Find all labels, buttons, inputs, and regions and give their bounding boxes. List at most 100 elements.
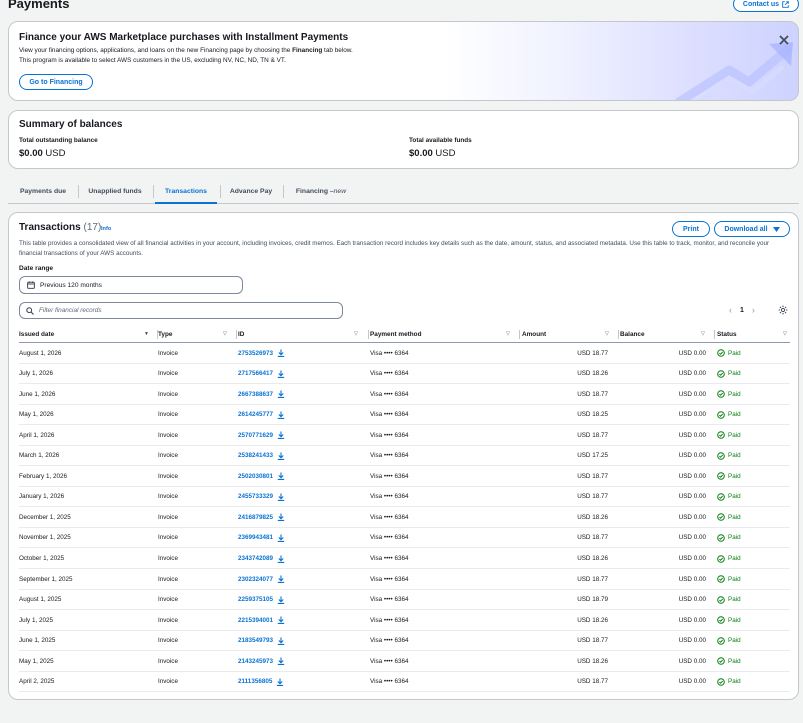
cell-id: 2570771629	[238, 425, 285, 445]
download-icon[interactable]	[277, 349, 285, 357]
next-page-icon[interactable]: ›	[752, 305, 755, 315]
download-icon[interactable]	[277, 513, 285, 522]
summary-of-balances: Summary of balances Total outstanding ba…	[8, 110, 799, 169]
go-to-financing-button[interactable]: Go to Financing	[19, 74, 93, 90]
download-icon[interactable]	[276, 678, 284, 686]
invoice-id-link[interactable]: 2143245973	[238, 658, 273, 665]
info-link[interactable]: Info	[101, 226, 111, 232]
column-issued-date[interactable]: Issued date	[19, 327, 54, 342]
cell-payment-method: Visa •••• 6364	[370, 452, 409, 460]
invoice-id-link[interactable]: 2111356805	[238, 678, 272, 685]
invoice-id-link[interactable]: 2416879825	[238, 514, 273, 521]
column-amount[interactable]: Amount	[522, 327, 546, 342]
download-icon[interactable]	[277, 657, 285, 666]
sort-icon[interactable]: ▽	[701, 331, 705, 337]
sort-down-icon[interactable]: ▼	[144, 331, 149, 337]
sort-icon[interactable]: ▽	[605, 331, 609, 337]
download-icon[interactable]	[277, 370, 285, 378]
download-icon[interactable]	[277, 596, 285, 604]
invoice-id-link[interactable]: 2369943481	[238, 534, 273, 541]
transactions-title-text: Transactions	[19, 222, 81, 233]
cell-id: 2502030801	[238, 466, 285, 486]
invoice-id-link[interactable]: 2717566417	[238, 370, 273, 377]
cell-amount: USD 18.77	[577, 390, 608, 398]
close-icon[interactable]	[778, 34, 790, 46]
cell-balance: USD 0.00	[678, 452, 706, 460]
cell-issued-date: July 1, 2026	[19, 370, 53, 378]
cell-status: Paid	[717, 610, 741, 630]
status-label: Paid	[728, 534, 741, 542]
column-id[interactable]: ID	[238, 327, 244, 342]
invoice-id-link[interactable]: 2183549793	[238, 637, 273, 644]
cell-issued-date: August 1, 2026	[19, 349, 62, 357]
date-range-select[interactable]: Previous 120 months	[19, 276, 243, 294]
settings-icon[interactable]	[778, 305, 788, 315]
tab-divider	[283, 185, 284, 198]
sort-icon[interactable]: ▽	[354, 331, 358, 337]
invoice-id-link[interactable]: 2215394001	[238, 617, 273, 624]
tab-financing-new: new	[333, 188, 347, 195]
invoice-id-link[interactable]: 2343742089	[238, 555, 273, 562]
download-icon[interactable]	[277, 575, 285, 583]
cell-balance: USD 0.00	[678, 472, 706, 480]
column-type[interactable]: Type	[158, 327, 172, 342]
cell-balance: USD 0.00	[678, 431, 706, 439]
cell-status: Paid	[717, 590, 741, 610]
invoice-id-link[interactable]: 2667388637	[238, 391, 273, 398]
financing-banner: Finance your AWS Marketplace purchases w…	[8, 21, 799, 101]
tab-advance-pay[interactable]: Advance Pay	[222, 180, 280, 203]
invoice-id-link[interactable]: 2538241433	[238, 452, 273, 459]
download-icon[interactable]	[277, 390, 285, 399]
column-payment-method[interactable]: Payment method	[370, 327, 422, 342]
summary-title: Summary of balances	[19, 119, 123, 130]
cell-issued-date: January 1, 2026	[19, 493, 65, 501]
cell-amount: USD 18.77	[577, 472, 608, 480]
current-page[interactable]: 1	[740, 307, 744, 314]
status-success-icon	[717, 657, 725, 666]
download-all-button[interactable]: Download all	[714, 221, 790, 237]
download-icon[interactable]	[277, 411, 285, 419]
sort-icon[interactable]: ▽	[783, 331, 787, 337]
download-icon[interactable]	[277, 493, 285, 501]
download-icon[interactable]	[277, 452, 285, 460]
tab-unapplied-funds[interactable]: Unapplied funds	[80, 180, 150, 203]
filter-records-input[interactable]: Filter financial records	[19, 302, 343, 319]
download-icon[interactable]	[277, 616, 285, 625]
column-balance[interactable]: Balance	[620, 327, 645, 342]
invoice-id-link[interactable]: 2753526973	[238, 350, 273, 357]
status-success-icon	[717, 349, 725, 357]
cell-issued-date: July 1, 2025	[19, 616, 53, 624]
cell-status: Paid	[717, 651, 741, 671]
invoice-id-link[interactable]: 2614245777	[238, 411, 273, 418]
download-icon[interactable]	[277, 534, 285, 542]
tab-divider	[78, 185, 79, 198]
tab-financing[interactable]: Financing – new	[286, 180, 356, 203]
sort-icon[interactable]: ▽	[506, 331, 510, 337]
table-row: June 1, 2026 Invoice 2667388637 Visa •••• 6…	[19, 384, 790, 405]
status-label: Paid	[728, 678, 741, 686]
invoice-id-link[interactable]: 2570771629	[238, 432, 273, 439]
column-status[interactable]: Status	[717, 327, 737, 342]
download-icon[interactable]	[277, 555, 285, 563]
print-button[interactable]: Print	[672, 221, 710, 237]
contact-us-button[interactable]: Contact us	[733, 0, 799, 12]
download-icon[interactable]	[277, 472, 285, 481]
table-row: September 1, 2025 Invoice 2302324077 Visa •…	[19, 569, 790, 590]
status-label: Paid	[728, 472, 741, 480]
download-icon[interactable]	[277, 431, 285, 440]
invoice-id-link[interactable]: 2302324077	[238, 576, 273, 583]
status-label: Paid	[728, 596, 741, 604]
table-row: July 1, 2025 Invoice 2215394001 Visa •••• 6…	[19, 610, 790, 631]
tab-payments-due[interactable]: Payments due	[10, 180, 76, 203]
cell-issued-date: March 1, 2026	[19, 452, 60, 460]
cell-id: 2416879825	[238, 507, 285, 527]
sort-icon[interactable]: ▽	[223, 331, 227, 337]
previous-page-icon[interactable]: ‹	[729, 305, 732, 315]
cell-payment-method: Visa •••• 6364	[370, 616, 409, 624]
invoice-id-link[interactable]: 2259375105	[238, 596, 273, 603]
caret-down-icon	[772, 226, 780, 232]
invoice-id-link[interactable]: 2502030801	[238, 473, 273, 480]
invoice-id-link[interactable]: 2455733329	[238, 493, 273, 500]
download-icon[interactable]	[277, 637, 285, 645]
tab-transactions[interactable]: Transactions	[155, 180, 217, 204]
